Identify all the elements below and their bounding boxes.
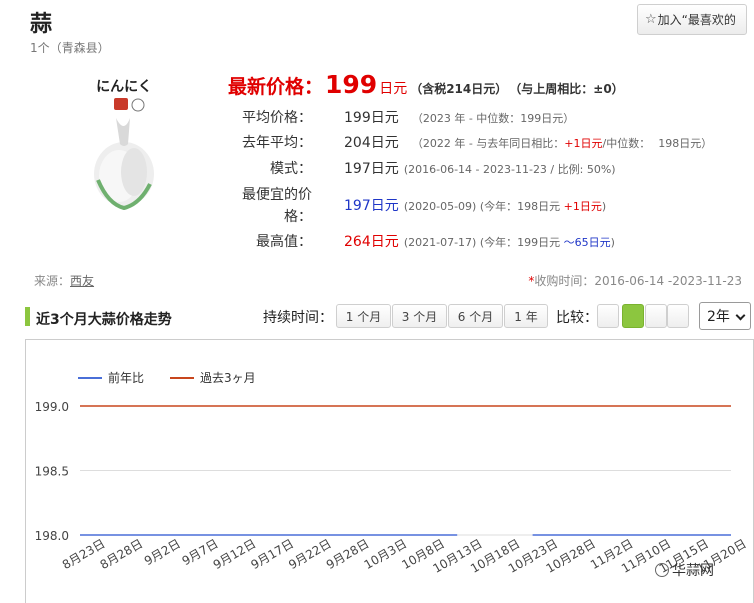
highest-note-end: ) [610, 236, 615, 249]
add-favorite-button[interactable]: ☆ 加入“最喜欢的 [637, 4, 747, 35]
x-tick-label: 9月2日 [142, 536, 183, 568]
compare-option-1[interactable] [597, 304, 619, 328]
compare-option-3[interactable] [645, 304, 667, 328]
y-tick-label: 198.5 [35, 465, 69, 479]
average-price-value: 199日元 [344, 110, 399, 126]
legend-label: 前年比 [108, 370, 144, 385]
x-tick-label: 9月12日 [211, 536, 259, 572]
product-image-text: にんにく [96, 79, 152, 95]
cheapest-diff: +1日元 [563, 200, 602, 213]
source-line: 来源：西友 [34, 272, 94, 289]
page-title: 蒜 [30, 12, 53, 37]
latest-price-label: 最新价格： [228, 76, 324, 98]
section-accent-bar [25, 307, 30, 326]
y-tick-label: 199.0 [35, 400, 69, 414]
mode-value: 197日元 [344, 161, 399, 177]
compare-option-4[interactable] [667, 304, 689, 328]
garlic-product-image: にんにく [86, 72, 162, 216]
latest-price-tax: （含税214日元） [410, 82, 508, 96]
compare-label: 比较： [556, 310, 598, 326]
wechat-icon [655, 563, 669, 577]
cheapest-value: 197日元 [344, 198, 399, 214]
highest-value: 264日元 [344, 234, 399, 250]
compare-option-2[interactable] [622, 304, 644, 328]
x-tick-label: 8月28日 [98, 536, 146, 572]
collection-text: 收购时间：2016-06-14 -2023-11-23 [534, 274, 742, 288]
tab-6-months[interactable]: 6 个月 [448, 304, 503, 328]
cheapest-label-line2: 格： [284, 209, 312, 225]
last-year-row: 204日元 （2022 年 - 与去年同日相比：+1日元/中位数： 198日元） [344, 132, 712, 152]
latest-price-row: 最新价格：199 日元 （含税214日元） （与上周相比：±0） [228, 70, 624, 99]
x-tick-label: 9月22日 [286, 536, 334, 572]
collection-period: *收购时间：2016-06-14 -2023-11-23 [528, 272, 742, 289]
chevron-down-icon [735, 310, 746, 321]
x-tick-label: 10月3日 [362, 536, 410, 572]
tab-1-year[interactable]: 1 年 [504, 304, 548, 328]
highest-label: 最高值： [256, 234, 312, 250]
tab-3-months[interactable]: 3 个月 [392, 304, 447, 328]
watermark: 华蒜网 [655, 560, 714, 580]
cheapest-row: 197日元 (2020-05-09) (今年：198日元 +1日元) [344, 195, 606, 215]
latest-price-value: 199 [325, 70, 378, 99]
cheapest-note-end: ) [601, 200, 607, 213]
price-chart: 198.0 198.5 199.0 前年比 過去3ヶ月 8月23日 8月28日 9月2日 9月7… [25, 339, 754, 603]
mode-row: 197日元 (2016-06-14 - 2023-11-23 / 比例: 50%… [344, 158, 616, 178]
price-chart-svg: 198.0198.5199.0前年比 過去3ヶ月8月23日8月28日9月2日9月7… [35, 370, 749, 576]
highest-diff: ～65日元 [563, 236, 611, 249]
highest-row: 264日元 (2021-07-17) (今年：199日元 ～65日元) [344, 231, 615, 251]
cheapest-note: (2020-05-09) (今年：198日元 [403, 200, 564, 213]
last-year-median-label: /中位数： [602, 137, 651, 150]
last-year-value: 204日元 [344, 135, 399, 151]
star-icon: ☆ [645, 12, 657, 27]
mode-label: 模式： [270, 161, 312, 177]
x-tick-label: 9月17日 [248, 536, 296, 572]
year-range-select[interactable]: 2年 [699, 302, 751, 330]
year-range-value: 2年 [707, 309, 730, 325]
legend-label: 過去3ヶ月 [200, 371, 256, 385]
source-link[interactable]: 西友 [70, 274, 94, 288]
x-tick-label: 9月28日 [324, 536, 372, 572]
unit-subtitle: 1个（青森县） [30, 41, 110, 55]
weekly-change: （与上周相比：±0） [515, 82, 624, 96]
last-year-label: 去年平均： [242, 135, 312, 151]
highest-note: (2021-07-17) (今年：199日元 [403, 236, 564, 249]
last-year-median: 198日元） [658, 137, 713, 150]
add-favorite-label: 加入“最喜欢的 [657, 13, 736, 27]
mode-note: (2016-06-14 - 2023-11-23 / 比例: 50%) [403, 163, 616, 176]
watermark-text: 华蒜网 [672, 563, 714, 579]
y-tick-label: 198.0 [35, 529, 69, 543]
latest-price-unit: 日元 [379, 81, 408, 97]
cheapest-label-line1: 最便宜的价 [242, 187, 312, 203]
average-price-label: 平均价格： [242, 110, 312, 126]
last-year-diff: +1日元 [564, 137, 603, 150]
last-year-note: （2022 年 - 与去年同日相比： [411, 137, 565, 150]
average-price-row: 199日元 （2023 年 - 中位数：199日元） [344, 107, 574, 127]
source-label: 来源： [34, 274, 71, 288]
tab-1-month[interactable]: 1 个月 [336, 304, 391, 328]
duration-label: 持续时间： [263, 310, 333, 326]
average-price-note: （2023 年 - 中位数：199日元） [411, 112, 575, 125]
section-title: 近3个月大蒜价格走势 [36, 312, 172, 328]
